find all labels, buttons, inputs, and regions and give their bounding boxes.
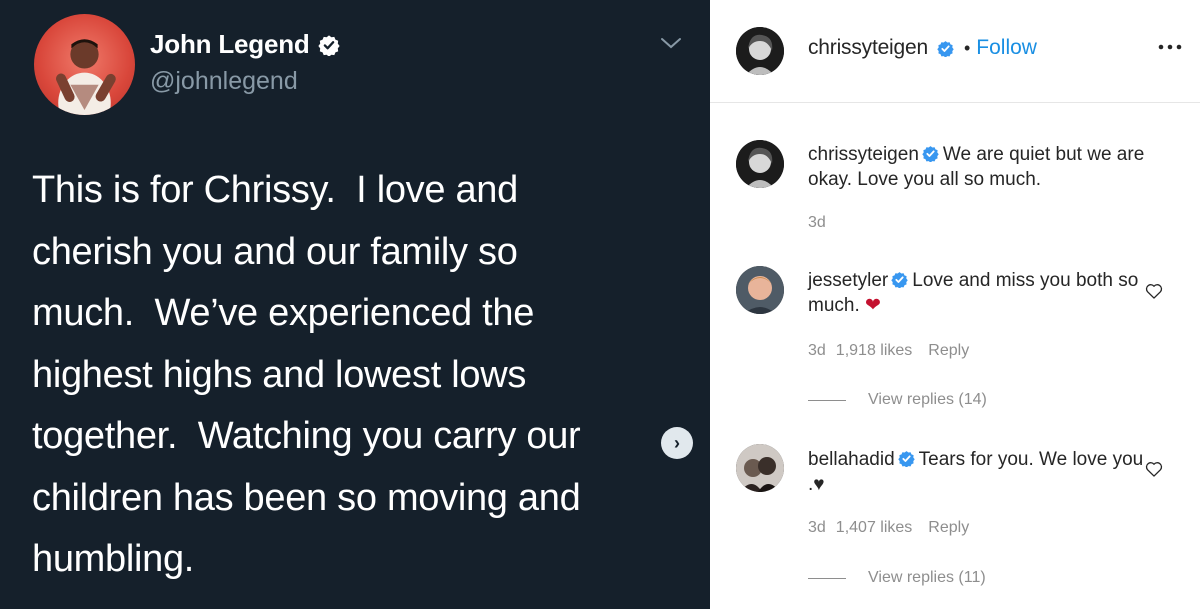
tweet-handle[interactable]: @johnlegend	[150, 67, 298, 96]
post-header: chrissyteigen • Follow	[710, 0, 1200, 103]
red-heart-emoji: ❤	[865, 295, 881, 316]
chevron-right-icon: ›	[674, 432, 680, 453]
caption-time[interactable]: 3d	[808, 214, 826, 232]
tweet-display-name[interactable]: John Legend	[150, 29, 310, 60]
comment-likes[interactable]: 1,407 likes	[836, 519, 913, 537]
heart-outline-icon[interactable]	[1144, 281, 1164, 301]
separator-dot: •	[963, 37, 971, 58]
verified-icon	[937, 40, 954, 57]
caption-username[interactable]: chrissyteigen	[808, 144, 919, 165]
verified-icon	[897, 451, 915, 467]
caption-body: chrissyteigen We are quiet but we are oka…	[808, 142, 1148, 192]
chevron-down-icon[interactable]	[658, 34, 684, 52]
black-heart-emoji: ♥	[813, 474, 825, 495]
bellahadid-avatar[interactable]	[736, 444, 784, 492]
comment-body: bellahadid Tears for you. We love you .♥	[808, 447, 1148, 497]
comment-time[interactable]: 3d	[808, 342, 826, 360]
verified-icon	[922, 146, 939, 162]
instagram-panel: chrissyteigen • Follow chrissyteigenWe	[710, 0, 1200, 609]
comment-meta: 3d 1,918 likes Reply	[808, 342, 969, 360]
comment-username[interactable]: jessetyler	[808, 270, 888, 291]
view-replies-label: View replies (11)	[868, 569, 986, 586]
chrissyteigen-avatar[interactable]	[736, 27, 784, 75]
next-arrow-button[interactable]: ›	[661, 427, 693, 459]
reply-button[interactable]: Reply	[928, 519, 969, 537]
replies-divider	[808, 399, 846, 401]
comment-body: jessetyler Love and miss you both so much…	[808, 268, 1148, 318]
replies-divider	[808, 577, 846, 579]
tweet-text: This is for Chrissy. I love and cherish …	[32, 169, 581, 580]
view-replies-label: View replies (14)	[868, 391, 987, 408]
view-replies-button[interactable]: View replies (11)	[808, 569, 986, 587]
follow-button[interactable]: Follow	[976, 36, 1037, 60]
heart-outline-icon[interactable]	[1144, 459, 1164, 479]
view-replies-button[interactable]: View replies (14)	[808, 391, 987, 409]
comment-username[interactable]: bellahadid	[808, 449, 895, 470]
verified-icon	[891, 272, 908, 288]
post-author-row: chrissyteigen • Follow	[808, 36, 1037, 60]
tweet-author-row: John Legend	[150, 29, 340, 60]
more-horizontal-icon[interactable]	[1158, 43, 1182, 51]
chrissyteigen-avatar[interactable]	[736, 140, 784, 188]
comment-likes[interactable]: 1,918 likes	[836, 342, 913, 360]
caption-meta: 3d	[808, 214, 826, 232]
reply-button[interactable]: Reply	[928, 342, 969, 360]
verified-icon	[317, 34, 340, 56]
tweet-panel: John Legend @johnlegend This is for Chri…	[0, 0, 710, 609]
comment-time[interactable]: 3d	[808, 519, 826, 537]
post-author-username[interactable]: chrissyteigen	[808, 36, 928, 60]
jessetyler-avatar[interactable]	[736, 266, 784, 314]
john-legend-avatar[interactable]	[34, 14, 135, 115]
comment-meta: 3d 1,407 likes Reply	[808, 519, 969, 537]
